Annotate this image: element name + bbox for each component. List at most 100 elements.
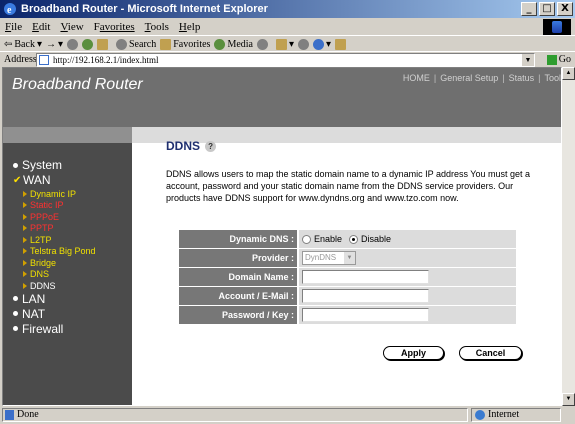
menu-help-rest: elp <box>186 20 201 33</box>
home-icon <box>97 38 108 50</box>
submenu-telstra-big-pond[interactable]: Telstra Big Pond <box>23 246 96 258</box>
search-icon <box>116 38 127 50</box>
help-icon[interactable]: ? <box>205 140 217 152</box>
search-button[interactable]: Search <box>116 38 157 50</box>
favorites-button[interactable]: Favorites <box>160 38 210 50</box>
sidebar-item-label: LAN <box>22 291 46 306</box>
forward-arrow-icon: → <box>45 38 56 50</box>
sidebar-item-label: Firewall <box>22 321 64 336</box>
bullet-icon <box>13 326 18 331</box>
scroll-up-icon[interactable]: ▲ <box>562 67 575 80</box>
page-done-icon <box>5 410 14 420</box>
vertical-scrollbar[interactable]: ▲ ▼ <box>562 67 575 406</box>
address-dropdown-icon[interactable]: ▼ <box>522 54 534 66</box>
media-button[interactable]: Media <box>214 38 253 50</box>
disable-radio[interactable] <box>349 234 359 244</box>
search-label: Search <box>129 38 157 50</box>
edit-button[interactable]: ▾ <box>313 38 331 50</box>
favorites-icon <box>160 38 172 50</box>
arrow-icon <box>23 248 27 255</box>
window-title: Broadband Router - Microsoft Internet Ex… <box>21 3 268 15</box>
print-button[interactable] <box>298 38 310 50</box>
submenu-ddns[interactable]: DDNS <box>23 280 96 292</box>
cancel-button[interactable]: Cancel <box>459 346 522 360</box>
chevron-down-icon: ▾ <box>36 38 42 50</box>
mail-icon <box>275 38 287 50</box>
password-input[interactable] <box>302 308 429 322</box>
provider-select[interactable]: DynDNS ▼ <box>302 251 356 265</box>
submenu-label: Telstra Big Pond <box>30 246 96 257</box>
address-input[interactable]: http://192.168.2.1/index.html ▼ <box>36 53 535 67</box>
back-button[interactable]: ⇦ Back ▾ <box>4 39 42 50</box>
close-button[interactable]: X <box>557 2 573 16</box>
menu-view[interactable]: View <box>55 21 88 33</box>
forward-button[interactable]: → ▾ <box>46 39 63 50</box>
zone-label: Internet <box>488 409 520 420</box>
home-button[interactable] <box>97 38 108 50</box>
submenu-label: Dynamic IP <box>30 188 77 199</box>
history-button[interactable] <box>256 38 268 50</box>
nav-tool-link[interactable]: Tool <box>542 73 561 83</box>
account-cell <box>299 287 516 305</box>
stop-button[interactable] <box>67 38 78 50</box>
discuss-button[interactable] <box>335 38 347 50</box>
globe-icon <box>475 410 485 420</box>
sidebar-item-wan[interactable]: ✔ WAN <box>13 173 96 187</box>
sidebar-item-system[interactable]: System <box>13 158 96 172</box>
menu-bar: File Edit View Favorites Tools Help <box>0 18 575 36</box>
submenu-label: L2TP <box>30 234 52 245</box>
scroll-down-icon[interactable]: ▼ <box>562 393 575 406</box>
submenu-pppoe[interactable]: PPPoE <box>23 211 96 223</box>
submenu-l2tp[interactable]: L2TP <box>23 234 96 246</box>
address-label: Address <box>4 54 37 65</box>
minimize-button[interactable]: _ <box>521 2 537 16</box>
go-label: Go <box>558 54 571 65</box>
dynamic-dns-options: Enable Disable <box>299 230 516 248</box>
nav-general-setup-link[interactable]: General Setup <box>438 73 500 83</box>
sidebar-item-firewall[interactable]: Firewall <box>13 322 96 336</box>
row-account: Account / E-Mail : <box>179 287 516 305</box>
apply-button[interactable]: Apply <box>383 346 444 360</box>
menu-favorites[interactable]: Favorites <box>89 21 140 33</box>
menu-help-key: H <box>178 20 187 33</box>
arrow-icon <box>23 259 27 266</box>
menu-view-key: V <box>60 20 68 33</box>
dynamic-dns-label: Dynamic DNS : <box>179 230 297 248</box>
page-title-text: DDNS <box>166 139 201 153</box>
menu-tools[interactable]: Tools <box>140 21 174 33</box>
menu-file[interactable]: File <box>0 21 27 33</box>
domain-name-input[interactable] <box>302 270 429 284</box>
enable-label: Enable <box>314 234 343 244</box>
browser-toolbar: ⇦ Back ▾ → ▾ Search Favorites Media ▾ ▾ <box>0 37 575 51</box>
go-button[interactable]: Go <box>546 54 571 65</box>
account-input[interactable] <box>302 289 429 303</box>
submenu-pptp[interactable]: PPTP <box>23 223 96 235</box>
menu-tools-rest: ools <box>150 20 169 33</box>
menu-edit-rest: dit <box>38 20 51 33</box>
mail-button[interactable]: ▾ <box>275 38 295 50</box>
submenu-dns[interactable]: DNS <box>23 269 96 281</box>
sidebar-item-nat[interactable]: NAT <box>13 307 96 321</box>
submenu-bridge[interactable]: Bridge <box>23 257 96 269</box>
submenu-dynamic-ip[interactable]: Dynamic IP <box>23 188 96 200</box>
maximize-button[interactable]: □ <box>539 2 555 16</box>
nav-status-link[interactable]: Status <box>507 73 537 83</box>
password-cell <box>299 306 516 324</box>
enable-radio[interactable] <box>302 234 311 244</box>
row-password: Password / Key : <box>179 306 516 324</box>
menu-help[interactable]: Help <box>174 21 205 33</box>
back-label: Back <box>14 38 35 50</box>
status-bar: Done Internet <box>0 407 575 424</box>
sidebar-item-lan[interactable]: LAN <box>13 292 96 306</box>
window-controls: _ □ X <box>521 2 573 16</box>
status-text-cell: Done <box>2 408 468 422</box>
edit-icon <box>313 38 325 50</box>
refresh-button[interactable] <box>82 38 93 50</box>
chevron-down-icon: ▾ <box>288 38 295 50</box>
submenu-label: Static IP <box>30 200 64 211</box>
nav-home-link[interactable]: HOME <box>401 73 432 83</box>
ddns-form: Dynamic DNS : Enable Disable Provider : … <box>179 230 516 325</box>
sidebar-item-label: NAT <box>22 306 46 321</box>
submenu-static-ip[interactable]: Static IP <box>23 200 96 212</box>
menu-edit[interactable]: Edit <box>27 21 55 33</box>
